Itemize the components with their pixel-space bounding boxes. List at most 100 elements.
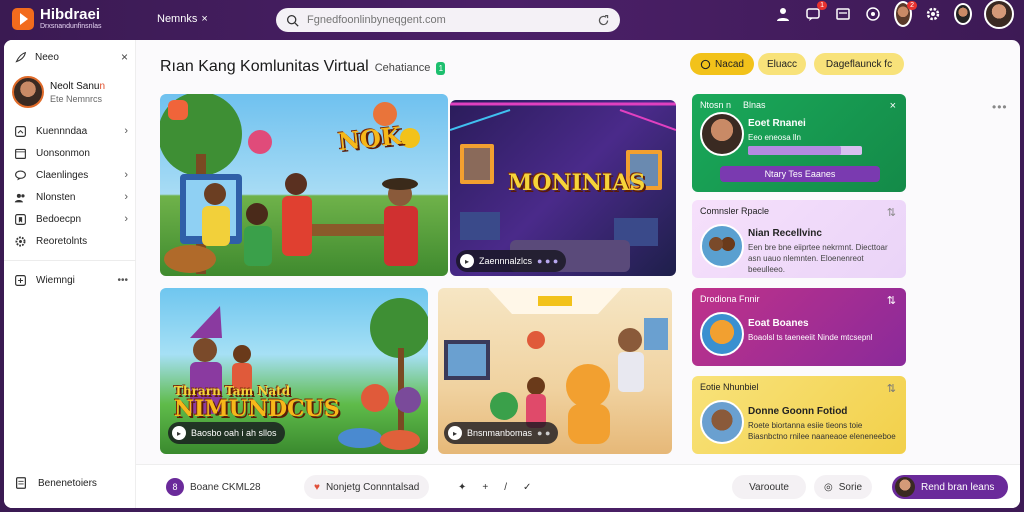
pill-button-3[interactable]: Dageflaunck fc (814, 53, 904, 75)
app-logo[interactable]: Hibdraei Drxsnandunfinsnlas (12, 7, 101, 30)
sidebar-item-6[interactable]: Reoretolnts (14, 230, 128, 252)
sidebar-item-label: Nlonsten (36, 191, 76, 203)
sidebar-close-icon[interactable]: × (121, 50, 128, 64)
user-dot-icon: 8 (166, 478, 184, 496)
side-card-2[interactable]: Comnsler Rpacle ⇅ Nian Recellvinc Een br… (692, 200, 906, 278)
sort-icon[interactable]: ⇅ (887, 294, 896, 307)
avatar (12, 76, 44, 108)
side-card-3-header: Drodiona Fnnir (700, 294, 760, 304)
tool-pen-icon[interactable]: / (504, 482, 507, 493)
notification-badge: 1 (817, 1, 827, 10)
footer-label: Benenetoiers (38, 477, 97, 489)
side-card-4-header: Eotie Nhunbiel (700, 382, 759, 392)
play-icon: ▸ (460, 254, 474, 268)
sidebar-group[interactable]: Wiemngi ••• (14, 274, 128, 287)
card-1-badge (168, 100, 188, 120)
search-bar[interactable] (276, 8, 620, 32)
more-options-icon[interactable]: ••• (992, 100, 1008, 114)
page-subtitle: Cehatiance (374, 62, 431, 74)
help-icon[interactable] (864, 5, 882, 23)
sidebar: Neeo × Neolt Sanun Ete Nemnrcs Kuennndaa… (4, 40, 136, 508)
card-4-actions: ● ● (537, 428, 551, 438)
card-3-banner: NIMUNDCUS (174, 396, 340, 422)
feather-icon (15, 51, 27, 62)
avatar (700, 312, 744, 356)
notification-icon[interactable]: 1 (804, 1, 827, 23)
side-card-3[interactable]: Drodiona Fnnir ⇅ Eoat Boanes Boaolsl ts … (692, 288, 906, 366)
bookmark-icon (15, 213, 26, 225)
play-logo-icon (12, 7, 34, 30)
chevron-right-icon: › (124, 125, 128, 137)
side-card-2-header: Comnsler Rpacle (700, 206, 770, 216)
page-title: Rıan Kang Komlunitas Virtual Cehatiance … (160, 58, 446, 76)
chevron-right-icon: › (124, 169, 128, 181)
card-2-actions: ● ● ● (537, 256, 559, 266)
profile-avatar-1[interactable]: 2 (894, 1, 917, 27)
favorite-button[interactable]: Varooute (732, 475, 806, 499)
heart-icon: ♥ (314, 481, 320, 493)
user-subtitle: Ete Nemnrcs (50, 93, 103, 104)
feature-card-4[interactable]: ▸ Bnsnmanbomas ● ● (438, 288, 672, 454)
card-2-caption[interactable]: ▸ Zaennnalzlcs ● ● ● (456, 250, 567, 272)
sidebar-item-3[interactable]: Claenlinges › (14, 164, 128, 186)
sidebar-item-label: Uonsonmon (36, 147, 90, 159)
sidebar-item-4[interactable]: Nlonsten › (14, 186, 128, 208)
bottom-left[interactable]: 8 Boane CKML28 (166, 475, 261, 499)
side-card-2-sub: Een bre bne eiiprtee nekrmnt. Diecttoar … (748, 243, 888, 274)
feature-card-3[interactable]: Thrarn Tam Natd NIMUNDCUS ▸ Baosbo oah i… (160, 288, 428, 454)
bottom-center-pill[interactable]: ♥ Nonjetg Connntalsad (304, 475, 430, 499)
app-tagline: Drxsnandunfinsnlas (40, 23, 102, 30)
more-icon[interactable]: ••• (117, 275, 128, 286)
feature-card-2[interactable]: MONINIAS ▸ Zaennnalzlcs ● ● ● (450, 100, 676, 276)
sidebar-item-1[interactable]: Kuennndaa › (14, 120, 128, 142)
side-card-1-button[interactable]: Ntary Tes Eaanes (720, 166, 880, 182)
profile-avatar-2[interactable] (954, 3, 972, 25)
card-4-caption[interactable]: ▸ Bnsnmanbomas ● ● (444, 422, 559, 444)
refresh-icon[interactable] (597, 14, 610, 27)
sort-icon[interactable]: ⇅ (887, 382, 896, 395)
bottom-bar: 8 Boane CKML28 ♥ Nonjetg Connntalsad ✦ +… (136, 464, 1020, 508)
sidebar-item-label: Kuennndaa (36, 125, 88, 137)
profile-avatar-3[interactable] (984, 0, 1014, 29)
page-title-text: Rıan Kang Komlunitas Virtual (160, 58, 369, 75)
sidebar-user[interactable]: Neolt Sanun Ete Nemnrcs (12, 76, 105, 108)
sort-icon[interactable]: ⇅ (887, 206, 896, 219)
chevron-right-icon: › (124, 191, 128, 203)
inbox-icon[interactable] (834, 5, 852, 23)
compass-icon (700, 59, 711, 69)
search-icon (286, 14, 299, 27)
primary-cta-button[interactable]: Rend bran leans (892, 475, 1009, 499)
avatar (700, 224, 744, 268)
sidebar-item-5[interactable]: Bedoecpn › (14, 208, 128, 230)
side-card-3-title: Eoat Boanes (748, 318, 809, 329)
status-badge: 1 (436, 62, 446, 75)
side-card-4-sub: Roete biortanna esiie tieons toie Biasnb… (748, 421, 896, 441)
side-card-1-sub: Eeo eneosa lln (748, 133, 801, 142)
side-card-1[interactable]: Ntosn n Blnas × Eoet Rnanei Eeo eneosa ll… (692, 94, 906, 192)
sidebar-footer[interactable]: Benenetoiers (14, 476, 97, 490)
pill-button-1[interactable]: Nacad (690, 53, 754, 75)
close-icon[interactable]: × (201, 13, 207, 25)
side-card-4[interactable]: Eotie Nhunbiel ⇅ Donne Goonn Fotiod Roet… (692, 376, 906, 454)
chat-icon (15, 169, 26, 180)
search-input[interactable] (307, 14, 589, 26)
main-panel: Neeo × Neolt Sanun Ete Nemnrcs Kuennndaa… (4, 40, 1020, 508)
feature-card-1[interactable]: NOK (160, 94, 448, 276)
share-button[interactable]: ◎ Sorie (814, 475, 873, 499)
sidebar-header: Neeo × (14, 50, 128, 64)
tool-add-icon[interactable]: + (482, 482, 488, 493)
document-icon (16, 477, 26, 489)
card-3-caption[interactable]: ▸ Baosbo oah i ah sllos (168, 422, 285, 444)
settings-icon[interactable] (924, 5, 942, 23)
user-icon[interactable] (774, 5, 792, 23)
top-tab[interactable]: Nemnks × (157, 13, 208, 25)
pill-button-2[interactable]: Eluacc (758, 53, 806, 75)
tool-sparkle-icon[interactable]: ✦ (458, 482, 466, 493)
tool-check-icon[interactable]: ✓ (523, 482, 531, 493)
play-icon: ▸ (448, 426, 462, 440)
sidebar-item-2[interactable]: Uonsonmon (14, 142, 128, 164)
card-1-illustration (160, 94, 420, 274)
sidebar-item-label: Reoretolnts (36, 235, 88, 247)
side-card-1-close-icon[interactable]: × (890, 100, 896, 112)
progress-bar (748, 146, 862, 155)
